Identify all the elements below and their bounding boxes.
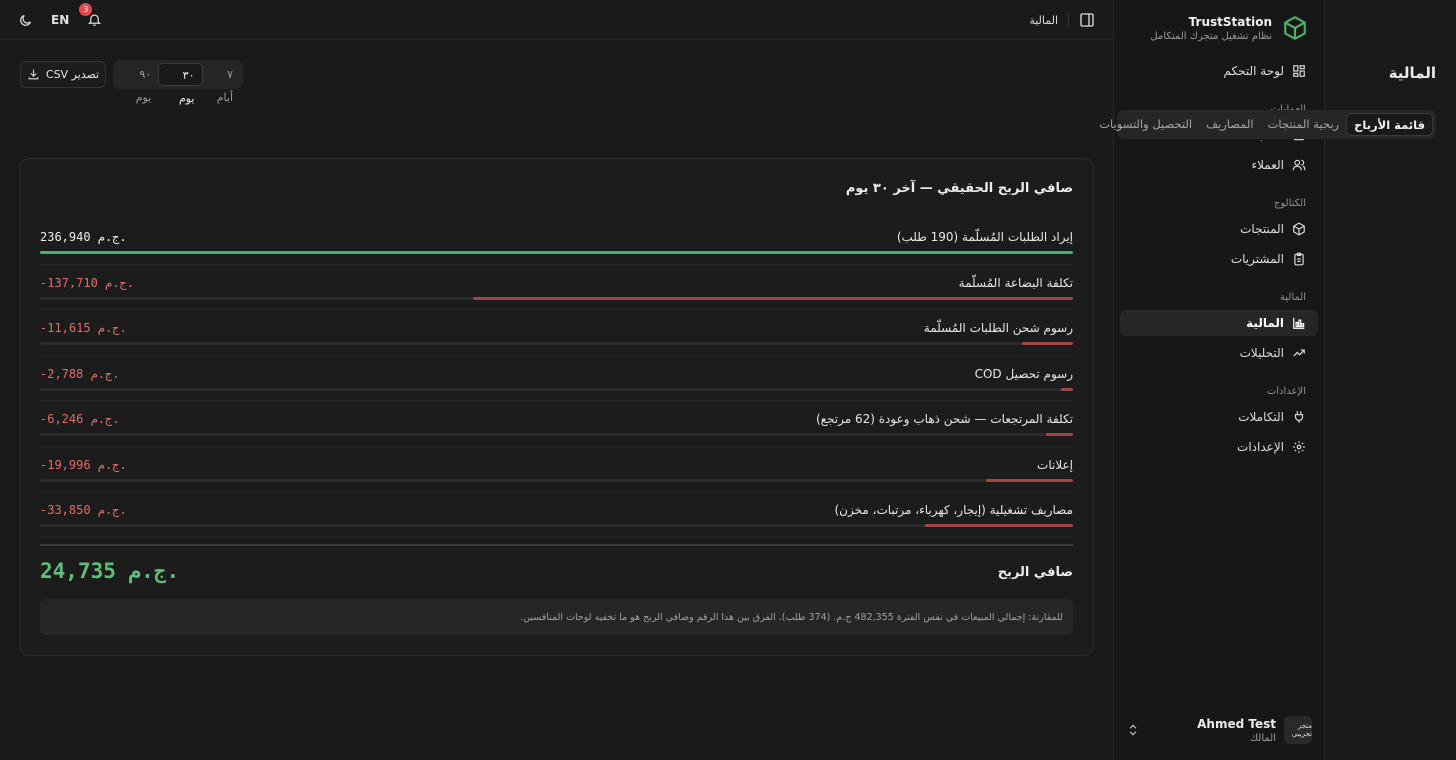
sidebar-item-purchases[interactable]: المشتريات bbox=[1120, 246, 1318, 272]
finance-tabs: قائمة الأرباح ربحية المنتجات المصاريف ال… bbox=[1099, 110, 1436, 139]
plug-icon bbox=[1294, 411, 1304, 423]
pnl-row-label: رسوم شحن الطلبات المُسلّمة bbox=[923, 321, 1073, 335]
sidebar-item-dashboard[interactable]: لوحة التحكم bbox=[1120, 58, 1318, 84]
pnl-row-label: إعلانات bbox=[1037, 457, 1073, 472]
pnl-bar-fill bbox=[925, 524, 1073, 527]
card-title: صافي الربح الحقيقي — آخر ٣٠ يوم bbox=[845, 181, 1073, 196]
pnl-row: إيراد الطلبات المُسلّمة (190 طلب) 236,940… bbox=[40, 219, 1073, 265]
pnl-row-label: تكلفة البضاعة المُسلّمة bbox=[958, 275, 1073, 290]
brand[interactable]: TrustStation نظام تشغيل متجرك المتكامل bbox=[1126, 12, 1308, 44]
download-icon bbox=[28, 69, 39, 80]
sidebar-item-settings[interactable]: الإعدادات bbox=[1120, 434, 1318, 460]
pnl-bar-track bbox=[40, 433, 1073, 436]
sidebar-item-finance[interactable]: المالية bbox=[1120, 310, 1318, 336]
pnl-bar-track bbox=[40, 387, 1073, 391]
brand-name: TrustStation bbox=[1188, 14, 1272, 29]
tab-collections[interactable]: التحصيل والتسويات bbox=[1092, 113, 1199, 136]
dashboard-icon bbox=[1293, 65, 1305, 77]
range-7-days[interactable]: ٧ أيام bbox=[203, 63, 241, 104]
breadcrumb: المالية bbox=[1029, 13, 1058, 27]
pnl-row-label: تكلفة المرتجعات — شحن ذهاب وعودة (62 مرت… bbox=[815, 412, 1073, 426]
pnl-row: مصاريف تشغيلية (إيجار، كهرباء، مرتبات، م… bbox=[40, 492, 1073, 538]
pnl-row-value: -19,996 ج.م. bbox=[40, 457, 127, 472]
pnl-row: تكلفة البضاعة المُسلّمة -137,710 ج.م. bbox=[40, 265, 1073, 310]
pnl-row-label: مصاريف تشغيلية (إيجار، كهرباء، مرتبات، م… bbox=[834, 503, 1073, 517]
pnl-bar-fill bbox=[1060, 387, 1073, 391]
tab-pnl[interactable]: قائمة الأرباح bbox=[1346, 113, 1433, 136]
box-icon bbox=[1293, 222, 1305, 236]
pnl-row: رسوم تحصيل COD -2,788 ج.م. bbox=[40, 356, 1073, 401]
nav-group-catalog: الكتالوج bbox=[1273, 198, 1306, 209]
date-range-selector: ٧ أيام ٣٠ يوم ٩٠ يوم bbox=[113, 60, 243, 105]
pnl-row-value: -2,788 ج.م. bbox=[40, 366, 120, 381]
range-90-days[interactable]: ٩٠ يوم bbox=[116, 63, 158, 104]
pnl-card: صافي الربح الحقيقي — آخر ٣٠ يوم إيراد ال… bbox=[19, 158, 1094, 656]
page-title: المالية bbox=[1388, 64, 1436, 82]
trend-icon bbox=[1293, 349, 1305, 357]
sidebar-item-label: المالية bbox=[1246, 316, 1284, 330]
comparison-note: للمقارنة: إجمالي المبيعات في نفس الفترة … bbox=[40, 599, 1073, 635]
sidebar-item-label: المنتجات bbox=[1240, 222, 1284, 236]
theme-moon-icon[interactable] bbox=[18, 13, 33, 28]
clipboard-icon bbox=[1294, 252, 1304, 266]
net-profit-value: 24,735 ج.م. bbox=[40, 559, 180, 583]
pnl-row-value: -6,246 ج.م. bbox=[40, 412, 120, 426]
pnl-bar-track bbox=[40, 478, 1073, 482]
notifications-button[interactable]: 3 bbox=[79, 3, 103, 28]
sidebar-item-customers[interactable]: العملاء bbox=[1120, 152, 1318, 178]
pnl-row-value: 236,940 ج.م. bbox=[40, 230, 127, 244]
sidebar-item-label: التحليلات bbox=[1239, 346, 1284, 360]
topbar: المالية EN 3 bbox=[0, 0, 1113, 40]
sidebar-item-label: لوحة التحكم bbox=[1223, 64, 1285, 78]
divider bbox=[1068, 12, 1069, 28]
user-role: المالك bbox=[1249, 732, 1276, 744]
export-label: تصدير CSV bbox=[45, 68, 100, 81]
export-csv-button[interactable]: تصدير CSV bbox=[20, 61, 106, 88]
user-name: Ahmed Test bbox=[1197, 716, 1276, 731]
pnl-bar-fill bbox=[986, 478, 1073, 482]
pnl-bar-fill bbox=[1046, 433, 1073, 436]
nav-group-settings: الإعدادات bbox=[1266, 386, 1306, 397]
pnl-bar-fill bbox=[40, 251, 1073, 254]
sidebar-item-analytics[interactable]: التحليلات bbox=[1120, 340, 1318, 366]
pnl-row-value: -137,710 ج.م. bbox=[40, 275, 134, 290]
nav-group-finance: المالية bbox=[1279, 292, 1306, 303]
cube-logo-icon bbox=[1284, 16, 1306, 40]
sidebar-item-products[interactable]: المنتجات bbox=[1120, 216, 1318, 242]
pnl-bar-fill bbox=[472, 296, 1073, 300]
tab-expenses[interactable]: المصاريف bbox=[1199, 113, 1260, 136]
pnl-bar-track bbox=[40, 342, 1073, 345]
tab-product-profitability[interactable]: ربحية المنتجات bbox=[1261, 113, 1347, 136]
pnl-bar-track bbox=[40, 251, 1073, 254]
sidebar-item-label: الإعدادات bbox=[1237, 440, 1284, 454]
pnl-row-value: -33,850 ج.م. bbox=[40, 503, 127, 517]
pnl-bar-track bbox=[40, 296, 1073, 300]
range-30-days[interactable]: ٣٠ يوم bbox=[158, 63, 203, 105]
customers-icon bbox=[1292, 159, 1306, 171]
pnl-row: إعلانات -19,996 ج.م. bbox=[40, 447, 1073, 492]
gear-icon bbox=[1293, 441, 1305, 453]
avatar: متجر تجريبي bbox=[1284, 716, 1312, 744]
brand-subtitle: نظام تشغيل متجرك المتكامل bbox=[1150, 30, 1272, 42]
pnl-row: تكلفة المرتجعات — شحن ذهاب وعودة (62 مرت… bbox=[40, 401, 1073, 447]
pnl-row-label: إيراد الطلبات المُسلّمة (190 طلب) bbox=[896, 230, 1073, 244]
sidebar-item-label: التكاملات bbox=[1238, 410, 1284, 424]
pnl-row: رسوم شحن الطلبات المُسلّمة -11,615 ج.م. bbox=[40, 310, 1073, 356]
user-menu[interactable]: متجر تجريبي Ahmed Test المالك bbox=[1126, 714, 1312, 746]
net-profit-label: صافي الربح bbox=[997, 565, 1073, 580]
pnl-row-label: رسوم تحصيل COD bbox=[974, 366, 1073, 381]
sidebar-item-label: العملاء bbox=[1251, 158, 1284, 172]
pnl-rows: إيراد الطلبات المُسلّمة (190 طلب) 236,940… bbox=[40, 219, 1073, 538]
language-toggle[interactable]: EN bbox=[51, 13, 69, 27]
pnl-row-value: -11,615 ج.م. bbox=[40, 321, 127, 335]
pnl-bar-track bbox=[40, 524, 1073, 527]
sidebar-item-integrations[interactable]: التكاملات bbox=[1120, 404, 1318, 430]
divider bbox=[40, 544, 1073, 546]
sidebar-toggle-icon[interactable] bbox=[1079, 12, 1095, 28]
finance-chart-icon bbox=[1293, 317, 1305, 329]
sidebar-item-label: المشتريات bbox=[1230, 252, 1284, 266]
chevron-up-down-icon[interactable] bbox=[1126, 723, 1140, 737]
pnl-bar-fill bbox=[1022, 342, 1073, 345]
